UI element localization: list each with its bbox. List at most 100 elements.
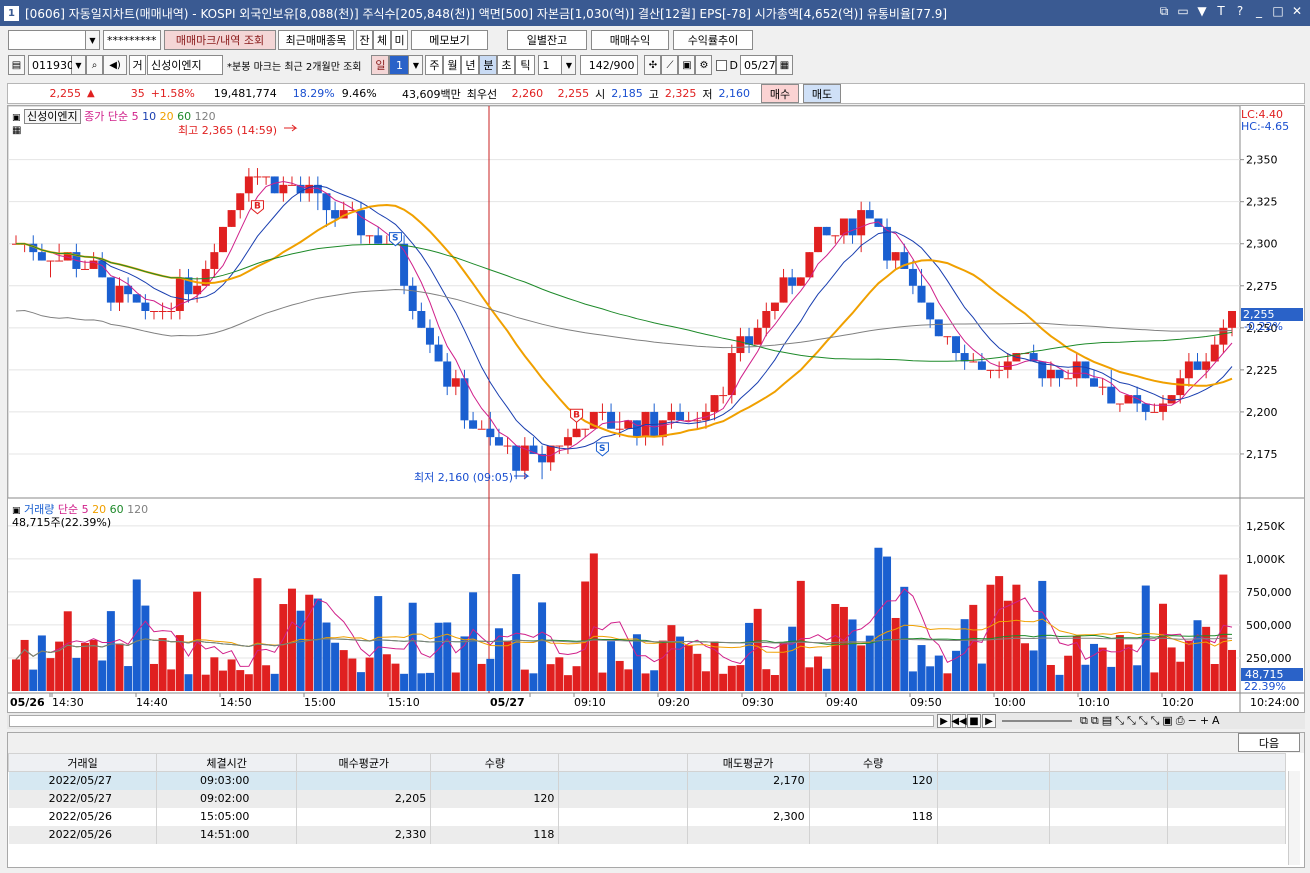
xtick-label: 14:30 (52, 696, 84, 709)
ytick-label: 2,275 (1246, 280, 1278, 293)
interval-dropdown-icon[interactable]: ▼ (562, 55, 577, 75)
price-ma-label: 종가 단순 (84, 110, 129, 123)
candle (667, 411, 676, 421)
draw2-icon[interactable]: ⤡ (1127, 714, 1136, 728)
calendar-icon[interactable]: ▦ (775, 55, 793, 75)
table-row[interactable]: 2022/05/26 14:51:00 2,330 118 (8, 825, 1287, 844)
draw-icon[interactable]: ⤡ (1115, 714, 1124, 728)
table-cell (937, 789, 1050, 808)
font-icon[interactable]: T (1214, 4, 1228, 20)
memo-button[interactable]: 메모보기 (411, 30, 488, 50)
stock-code-input[interactable]: 011930 (28, 55, 74, 75)
pin-icon[interactable]: ▼ (1195, 4, 1209, 20)
recent-trades-button[interactable]: 최근매매종목 (278, 30, 354, 50)
grid-icon[interactable]: ▦ (12, 125, 21, 136)
layout3-icon[interactable]: ▤ (1102, 714, 1112, 728)
menu-icon[interactable]: ▤ (8, 55, 25, 75)
table-row[interactable]: 2022/05/26 15:05:00 2,300 118 (8, 807, 1287, 826)
volume-bar (607, 641, 616, 691)
rewind-icon[interactable]: ◀◀ (951, 714, 967, 728)
candle (1090, 378, 1099, 387)
unfilled-button[interactable]: 미 (391, 30, 408, 50)
table-scrollbar[interactable] (1288, 771, 1300, 865)
indicator-icon[interactable]: ⟋ (661, 55, 679, 75)
minimize-icon[interactable]: _ (1252, 4, 1266, 20)
candle (770, 302, 779, 311)
interval-input[interactable]: 1 (538, 55, 563, 75)
help-icon[interactable]: ? (1233, 4, 1247, 20)
tab-year[interactable]: 년 (461, 55, 480, 75)
layout-icon[interactable]: ⧉ (1080, 714, 1088, 728)
date-input[interactable]: 05/27 (739, 55, 776, 75)
crosshair-icon[interactable]: ✣ (644, 55, 662, 75)
account-input[interactable] (8, 30, 86, 50)
table-cell (687, 789, 810, 808)
tab-month[interactable]: 월 (443, 55, 462, 75)
volume-bar (1115, 635, 1124, 691)
candle (408, 285, 417, 311)
buy-button[interactable]: 매수 (760, 84, 799, 103)
next-page-button[interactable]: 다음 (1238, 733, 1300, 752)
password-input[interactable]: ********* (103, 30, 161, 50)
mark-query-button[interactable]: 매매마크/내역 조회 (164, 30, 276, 50)
change-pct: +1.58% (150, 87, 195, 100)
tab-week[interactable]: 주 (425, 55, 444, 75)
print-icon[interactable]: ⎙ (1176, 714, 1185, 728)
sell-button[interactable]: 매도 (802, 84, 841, 103)
link-icon[interactable]: ⧉ (1157, 4, 1171, 20)
save-icon[interactable]: ▣ (678, 55, 696, 75)
zoom-in-icon[interactable]: + (1200, 714, 1209, 728)
copy-icon[interactable]: ▭ (1176, 4, 1190, 20)
table-cell (1049, 789, 1168, 808)
volume-bar (46, 658, 55, 691)
code-dropdown-icon[interactable]: ▼ (72, 55, 86, 75)
settings-icon[interactable]: ⚙ (695, 55, 713, 75)
fill-button[interactable]: 체 (373, 30, 391, 50)
draw3-icon[interactable]: ⤡ (1139, 714, 1148, 728)
text-icon[interactable]: A (1212, 714, 1220, 728)
candle (865, 210, 874, 219)
volume-bar (503, 641, 512, 691)
candle (607, 411, 616, 429)
day-count-dropdown-icon[interactable]: ▼ (409, 55, 424, 75)
volume-bar (529, 673, 538, 691)
candle (693, 420, 702, 422)
volume-bar (934, 655, 943, 691)
chart-scrollbar[interactable] (9, 715, 934, 727)
layout2-icon[interactable]: ⧉ (1091, 714, 1099, 728)
volume-bar (12, 659, 20, 691)
zoom-slider[interactable] (1002, 720, 1072, 722)
xtick-label: 05/27 (490, 696, 525, 709)
search-icon[interactable]: ⌕ (86, 55, 103, 75)
tab-day[interactable]: 일 (371, 55, 390, 75)
draw4-icon[interactable]: ⤡ (1151, 714, 1160, 728)
account-dropdown-icon[interactable]: ▼ (86, 30, 100, 50)
close-icon[interactable]: ✕ (1290, 4, 1304, 20)
table-row[interactable]: 2022/05/27 09:03:00 2,170 120 (8, 771, 1287, 790)
daily-balance-button[interactable]: 일별잔고 (507, 30, 587, 50)
play-icon[interactable]: ▶ (982, 714, 996, 728)
tab-tick[interactable]: 틱 (515, 55, 536, 75)
maximize-icon[interactable]: □ (1271, 4, 1285, 20)
ytick-label: 2,325 (1246, 196, 1278, 209)
tab-day-count[interactable]: 1 (389, 55, 410, 75)
chart-area[interactable]: 2,350 2,325 2,300 2,275 2,250 2,225 2,200 2,175… (7, 105, 1305, 713)
volume-bar (727, 665, 736, 691)
zoom-out-icon[interactable]: − (1188, 714, 1197, 728)
candle (365, 235, 374, 237)
speaker-icon[interactable]: ◀) (103, 55, 127, 75)
return-trend-button[interactable]: 수익률추이 (673, 30, 753, 50)
price-panel-name[interactable]: 신성이엔지 (24, 109, 81, 124)
trade-profit-button[interactable]: 매매수익 (591, 30, 669, 50)
stop-icon[interactable]: ■ (967, 714, 981, 728)
market-badge: 거 (129, 55, 146, 75)
next-icon[interactable]: ▶ (937, 714, 951, 728)
balance-button[interactable]: 잔 (356, 30, 373, 50)
table-row[interactable]: 2022/05/27 09:02:00 2,205 120 (8, 789, 1287, 808)
image-icon[interactable]: ▣ (1162, 714, 1172, 728)
volume-bar (1219, 574, 1228, 691)
tab-minute[interactable]: 분 (479, 55, 498, 75)
date-checkbox[interactable] (716, 59, 728, 71)
chart-svg[interactable]: 2,3502,3252,3002,2752,2502,2252,2002,175… (8, 106, 1304, 712)
tab-second[interactable]: 초 (497, 55, 516, 75)
